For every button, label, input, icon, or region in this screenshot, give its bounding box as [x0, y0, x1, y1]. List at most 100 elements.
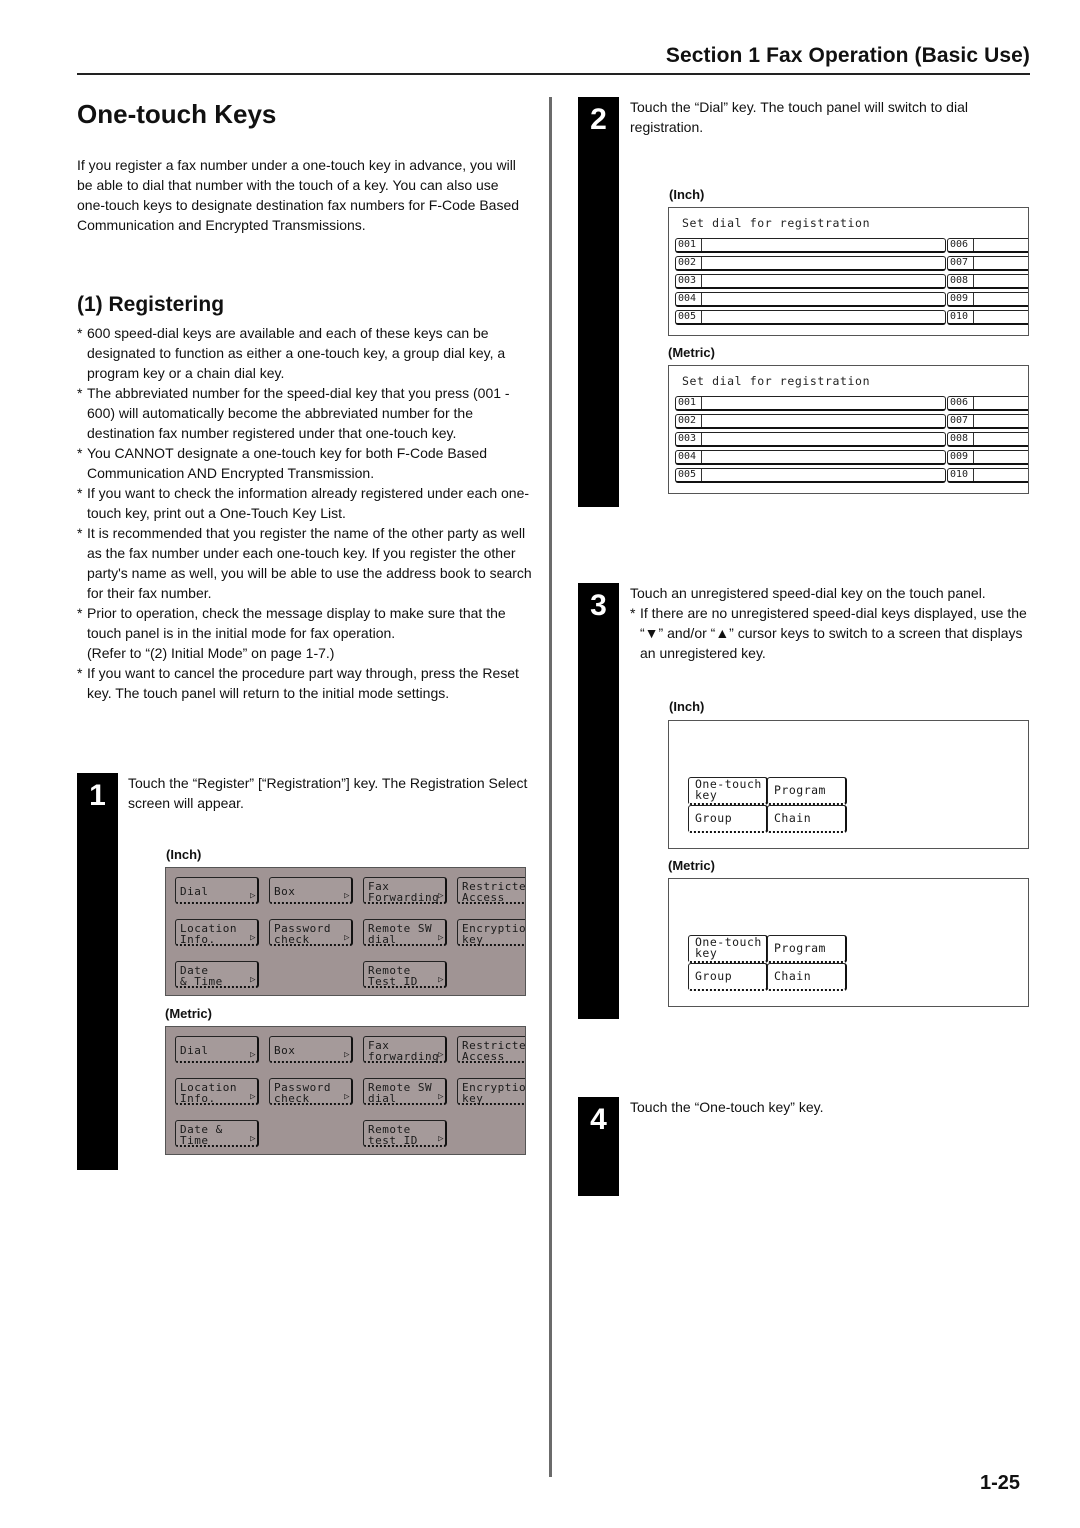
speed-dial-key[interactable]: 004 [675, 450, 946, 465]
speed-dial-number: 006 [948, 239, 974, 251]
speed-dial-key[interactable]: 006 [947, 396, 1028, 411]
speed-dial-key[interactable]: 001 [675, 238, 946, 253]
speed-dial-key[interactable]: 010 [947, 310, 1028, 325]
registration-key-date-time[interactable]: Date & Time ▷ [175, 961, 259, 988]
speed-dial-number: 004 [676, 293, 702, 305]
arrow-right-icon: ▷ [250, 1134, 256, 1144]
arrow-right-icon: ▷ [438, 1092, 444, 1102]
speed-dial-key[interactable]: 003 [675, 274, 946, 289]
speed-dial-number: 003 [676, 275, 702, 287]
key-label: Forwarding [368, 891, 440, 904]
speed-dial-number: 009 [948, 293, 974, 305]
type-key-one-touch-key[interactable]: One-touch key [688, 777, 768, 805]
step-3-main: Touch an unregistered speed-dial key on … [630, 585, 986, 601]
note-item: * If you want to cancel the procedure par… [77, 663, 532, 703]
step-number: 4 [590, 1103, 607, 1136]
registration-key-dial[interactable]: Dial ▷ [175, 877, 259, 904]
arrow-right-icon: ▷ [250, 933, 256, 943]
asterisk: * [77, 445, 83, 461]
registration-key-location-info[interactable]: Location Info. ▷ [175, 919, 259, 946]
speed-dial-key[interactable]: 008 [947, 432, 1028, 447]
key-label: Group [695, 811, 733, 825]
type-key-group[interactable]: Group [688, 805, 768, 833]
key-label: forwarding [368, 1050, 440, 1063]
speed-dial-key[interactable]: 007 [947, 414, 1028, 429]
speed-dial-key[interactable]: 004 [675, 292, 946, 307]
arrow-right-icon: ▷ [438, 891, 444, 901]
key-label: key [462, 1092, 484, 1105]
key-label: Dial [180, 1044, 209, 1057]
speed-dial-number: 004 [676, 451, 702, 463]
caption-inch: (Inch) [669, 699, 705, 714]
asterisk: * [77, 665, 83, 681]
registration-key-remote-sw-dial[interactable]: Remote SW dial ▷ [363, 919, 447, 946]
dial-panel-metric: Set dial for registration 001 006 002 007 003… [668, 365, 1029, 494]
key-label: Chain [774, 811, 812, 825]
speed-dial-number: 008 [948, 433, 974, 445]
note-item: * 600 speed-dial keys are available and e… [77, 323, 532, 383]
registration-key-remote-sw-dial[interactable]: Remote SW dial ▷ [363, 1078, 447, 1105]
caption-metric: (Metric) [165, 1006, 212, 1021]
key-label: Info. [180, 1092, 216, 1105]
speed-dial-key[interactable]: 002 [675, 256, 946, 271]
registration-key-box[interactable]: Box ▷ [269, 1036, 353, 1063]
key-label: key [462, 933, 484, 946]
note-text: 600 speed-dial keys are available and ea… [87, 325, 506, 381]
step-1-text: Touch the “Register” [“Registration”] ke… [128, 775, 528, 811]
asterisk: * [77, 525, 83, 541]
speed-dial-key[interactable]: 002 [675, 414, 946, 429]
type-key-chain[interactable]: Chain [767, 963, 847, 991]
registration-key-location-info[interactable]: Location Info. ▷ [175, 1078, 259, 1105]
speed-dial-key[interactable]: 009 [947, 450, 1028, 465]
notes-list: * 600 speed-dial keys are available and e… [77, 323, 532, 703]
step-3-marker: 3 [578, 583, 619, 1019]
registration-key-restricted-access[interactable]: RestrictedAccess [457, 1036, 525, 1063]
caption-inch: (Inch) [669, 187, 705, 202]
registration-key-fax-forwarding[interactable]: Fax Forwarding ▷ [363, 877, 447, 904]
note-text: If you want to check the information alr… [87, 485, 530, 521]
registration-panel-inch: Dial▷Box▷FaxForwarding▷RestrictedAccessL… [165, 867, 526, 996]
key-label: & Time [180, 975, 223, 988]
key-label: Test ID [368, 975, 418, 988]
type-key-one-touch-key[interactable]: One-touch key [688, 935, 768, 963]
speed-dial-key[interactable]: 009 [947, 292, 1028, 307]
step-number: 1 [89, 779, 106, 812]
registration-key-fax-forwarding[interactable]: Fax forwarding ▷ [363, 1036, 447, 1063]
note-text: You CANNOT designate a one-touch key for… [87, 445, 488, 481]
key-label: Access [462, 891, 505, 904]
registration-key-remote-test-id[interactable]: Remote test ID ▷ [363, 1120, 447, 1147]
speed-dial-key[interactable]: 001 [675, 396, 946, 411]
key-label: Time [180, 1134, 209, 1147]
arrow-right-icon: ▷ [344, 1050, 350, 1060]
speed-dial-number: 009 [948, 451, 974, 463]
registration-key-password-check[interactable]: Password check ▷ [269, 1078, 353, 1105]
registration-key-box[interactable]: Box ▷ [269, 877, 353, 904]
speed-dial-key[interactable]: 003 [675, 432, 946, 447]
arrow-right-icon: ▷ [250, 891, 256, 901]
speed-dial-key[interactable]: 005 [675, 468, 946, 483]
registration-key-remote-test-id[interactable]: Remote Test ID ▷ [363, 961, 447, 988]
speed-dial-key[interactable]: 010 [947, 468, 1028, 483]
key-label: Info. [180, 933, 216, 946]
type-key-group[interactable]: Group [688, 963, 768, 991]
key-label: check [274, 933, 310, 946]
asterisk: * [630, 605, 636, 621]
registration-key-date-time[interactable]: Date & Time ▷ [175, 1120, 259, 1147]
speed-dial-key[interactable]: 006 [947, 238, 1028, 253]
type-key-chain[interactable]: Chain [767, 805, 847, 833]
key-label: key [695, 946, 718, 960]
registration-key-password-check[interactable]: Password check ▷ [269, 919, 353, 946]
speed-dial-number: 010 [948, 469, 974, 481]
speed-dial-key[interactable]: 005 [675, 310, 946, 325]
registration-key-encryption-key[interactable]: Encryptionkey [457, 1078, 525, 1105]
type-key-program[interactable]: Program [767, 777, 847, 805]
registration-key-encryption-key[interactable]: Encryptionkey [457, 919, 525, 946]
arrow-right-icon: ▷ [438, 933, 444, 943]
speed-dial-key[interactable]: 007 [947, 256, 1028, 271]
registration-key-restricted-access[interactable]: RestrictedAccess [457, 877, 525, 904]
note-item: * If you want to check the information al… [77, 483, 532, 523]
key-label: Access [462, 1050, 505, 1063]
type-key-program[interactable]: Program [767, 935, 847, 963]
registration-key-dial[interactable]: Dial ▷ [175, 1036, 259, 1063]
speed-dial-key[interactable]: 008 [947, 274, 1028, 289]
